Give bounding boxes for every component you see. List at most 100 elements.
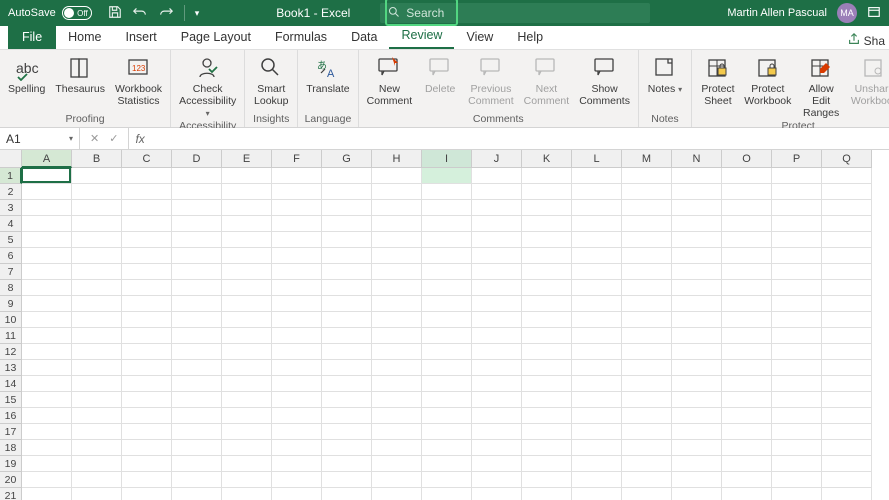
- cell-P17[interactable]: [772, 424, 822, 440]
- cell-O21[interactable]: [722, 488, 772, 500]
- cell-H14[interactable]: [372, 376, 422, 392]
- cell-B13[interactable]: [72, 360, 122, 376]
- cell-L9[interactable]: [572, 296, 622, 312]
- col-header-K[interactable]: K: [522, 150, 572, 168]
- cell-G21[interactable]: [322, 488, 372, 500]
- translate-button[interactable]: あATranslate: [302, 53, 353, 96]
- cell-M1[interactable]: [622, 168, 672, 184]
- cell-F10[interactable]: [272, 312, 322, 328]
- cell-F9[interactable]: [272, 296, 322, 312]
- allow-edit-button[interactable]: Allow EditRanges: [796, 53, 847, 120]
- cell-N11[interactable]: [672, 328, 722, 344]
- cell-D3[interactable]: [172, 200, 222, 216]
- cell-M13[interactable]: [622, 360, 672, 376]
- tab-view[interactable]: View: [454, 26, 505, 49]
- row-header-7[interactable]: 7: [0, 264, 22, 280]
- cell-E9[interactable]: [222, 296, 272, 312]
- cell-K12[interactable]: [522, 344, 572, 360]
- cell-C2[interactable]: [122, 184, 172, 200]
- cell-E15[interactable]: [222, 392, 272, 408]
- col-header-P[interactable]: P: [772, 150, 822, 168]
- workbook-stats-button[interactable]: 123WorkbookStatistics: [111, 53, 166, 108]
- cell-D6[interactable]: [172, 248, 222, 264]
- row-header-4[interactable]: 4: [0, 216, 22, 232]
- cell-O13[interactable]: [722, 360, 772, 376]
- cell-L8[interactable]: [572, 280, 622, 296]
- thesaurus-button[interactable]: Thesaurus: [51, 53, 109, 96]
- cell-O19[interactable]: [722, 456, 772, 472]
- cell-P18[interactable]: [772, 440, 822, 456]
- save-icon[interactable]: [108, 5, 122, 22]
- cell-C12[interactable]: [122, 344, 172, 360]
- cell-B2[interactable]: [72, 184, 122, 200]
- tab-review[interactable]: Review: [389, 24, 454, 49]
- cell-D1[interactable]: [172, 168, 222, 184]
- cell-E12[interactable]: [222, 344, 272, 360]
- cell-K5[interactable]: [522, 232, 572, 248]
- cell-E3[interactable]: [222, 200, 272, 216]
- cell-H5[interactable]: [372, 232, 422, 248]
- smart-lookup-button[interactable]: SmartLookup: [249, 53, 293, 108]
- cell-C19[interactable]: [122, 456, 172, 472]
- cell-L21[interactable]: [572, 488, 622, 500]
- cell-A9[interactable]: [22, 296, 72, 312]
- cell-E1[interactable]: [222, 168, 272, 184]
- cell-E13[interactable]: [222, 360, 272, 376]
- cell-H12[interactable]: [372, 344, 422, 360]
- cell-H2[interactable]: [372, 184, 422, 200]
- cell-N5[interactable]: [672, 232, 722, 248]
- cell-K11[interactable]: [522, 328, 572, 344]
- cell-L7[interactable]: [572, 264, 622, 280]
- cell-G3[interactable]: [322, 200, 372, 216]
- cell-K7[interactable]: [522, 264, 572, 280]
- cell-B1[interactable]: [72, 168, 122, 184]
- cell-G2[interactable]: [322, 184, 372, 200]
- cell-A11[interactable]: [22, 328, 72, 344]
- cell-M11[interactable]: [622, 328, 672, 344]
- cell-A19[interactable]: [22, 456, 72, 472]
- cell-G13[interactable]: [322, 360, 372, 376]
- col-header-D[interactable]: D: [172, 150, 222, 168]
- cell-G8[interactable]: [322, 280, 372, 296]
- cell-H18[interactable]: [372, 440, 422, 456]
- cell-M19[interactable]: [622, 456, 672, 472]
- search-box[interactable]: [380, 3, 650, 23]
- cell-B21[interactable]: [72, 488, 122, 500]
- cell-P4[interactable]: [772, 216, 822, 232]
- cell-N7[interactable]: [672, 264, 722, 280]
- cell-I13[interactable]: [422, 360, 472, 376]
- row-header-19[interactable]: 19: [0, 456, 22, 472]
- cell-K15[interactable]: [522, 392, 572, 408]
- cell-J19[interactable]: [472, 456, 522, 472]
- cell-H10[interactable]: [372, 312, 422, 328]
- cell-M7[interactable]: [622, 264, 672, 280]
- qat-customize-icon[interactable]: ▾: [195, 8, 200, 19]
- tab-file[interactable]: File: [8, 25, 56, 49]
- cell-L15[interactable]: [572, 392, 622, 408]
- cell-I9[interactable]: [422, 296, 472, 312]
- cell-C13[interactable]: [122, 360, 172, 376]
- cell-P20[interactable]: [772, 472, 822, 488]
- cell-B4[interactable]: [72, 216, 122, 232]
- cell-Q2[interactable]: [822, 184, 872, 200]
- cell-D4[interactable]: [172, 216, 222, 232]
- cell-L10[interactable]: [572, 312, 622, 328]
- col-header-N[interactable]: N: [672, 150, 722, 168]
- col-header-E[interactable]: E: [222, 150, 272, 168]
- cell-Q18[interactable]: [822, 440, 872, 456]
- cell-M20[interactable]: [622, 472, 672, 488]
- redo-icon[interactable]: [158, 5, 174, 22]
- undo-icon[interactable]: [132, 5, 148, 22]
- cell-A2[interactable]: [22, 184, 72, 200]
- cell-G5[interactable]: [322, 232, 372, 248]
- cell-F17[interactable]: [272, 424, 322, 440]
- cell-L5[interactable]: [572, 232, 622, 248]
- cell-C5[interactable]: [122, 232, 172, 248]
- cell-I12[interactable]: [422, 344, 472, 360]
- cell-M6[interactable]: [622, 248, 672, 264]
- row-header-11[interactable]: 11: [0, 328, 22, 344]
- cell-D11[interactable]: [172, 328, 222, 344]
- cell-A3[interactable]: [22, 200, 72, 216]
- cell-O20[interactable]: [722, 472, 772, 488]
- cell-D9[interactable]: [172, 296, 222, 312]
